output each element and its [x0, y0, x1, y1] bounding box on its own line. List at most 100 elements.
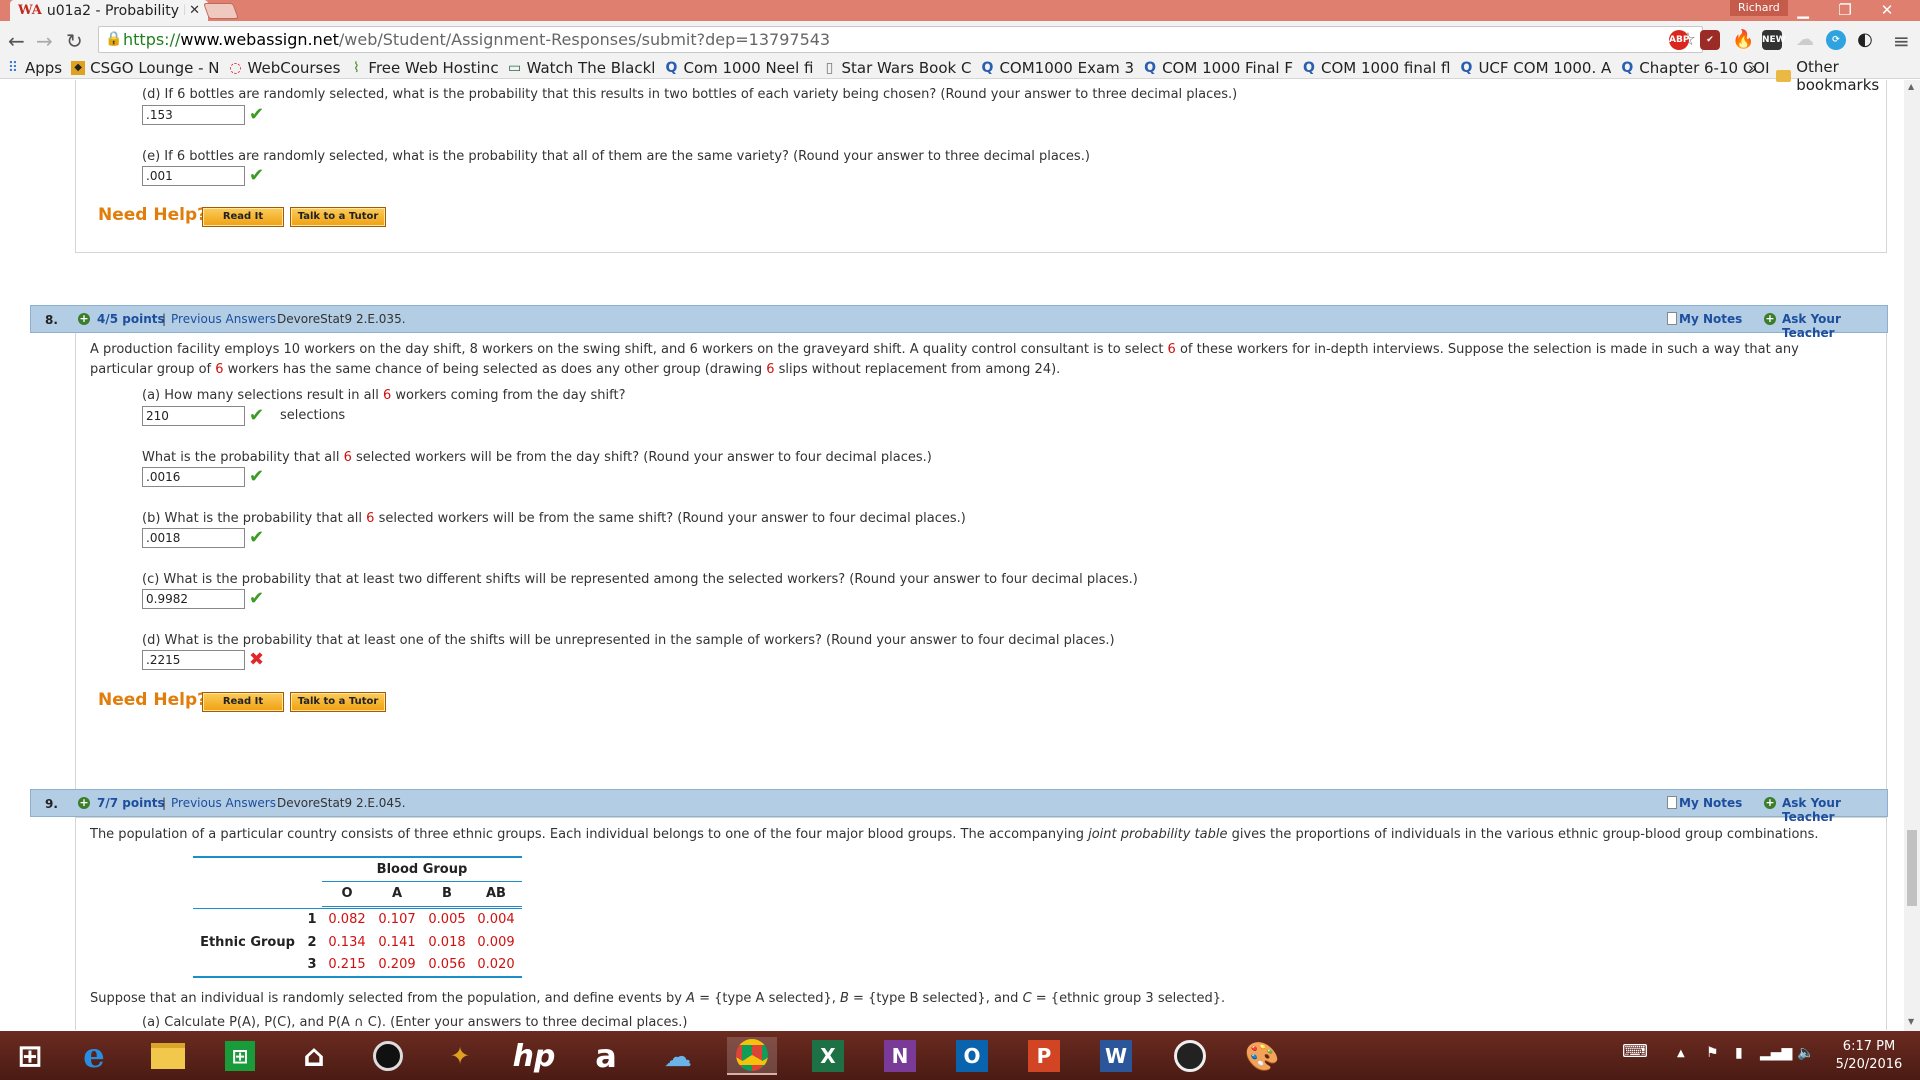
- expand-plus-icon[interactable]: +: [78, 313, 90, 325]
- bookmark-com1000-final-a[interactable]: Q COM 1000 Final F: [1143, 59, 1293, 77]
- points-link[interactable]: 4/5 points: [97, 312, 165, 326]
- reload-icon[interactable]: ↻: [66, 29, 83, 53]
- cloud-icon[interactable]: ☁: [1795, 30, 1815, 50]
- question-9-header: 9. + 7/7 points | Previous Answers Devor…: [30, 789, 1888, 824]
- internet-explorer-icon[interactable]: e: [72, 1036, 116, 1076]
- maximize-icon[interactable]: ❐: [1824, 0, 1866, 21]
- read-it-button[interactable]: Read It: [202, 207, 284, 227]
- q8-answer-a-input[interactable]: 210: [142, 406, 245, 426]
- minimize-icon[interactable]: ▁: [1782, 0, 1824, 21]
- bookmark-label: UCF COM 1000. A: [1478, 58, 1612, 77]
- talk-to-tutor-button[interactable]: Talk to a Tutor: [290, 207, 386, 227]
- home-icon[interactable]: ⌂: [292, 1037, 336, 1075]
- mail-new-icon[interactable]: NEW: [1762, 30, 1786, 50]
- bookmark-com1000-exam[interactable]: Q COM1000 Exam 3: [980, 59, 1134, 77]
- tray-chevron-icon[interactable]: ▲: [1677, 1048, 1685, 1059]
- puzzle-app-icon[interactable]: ✦: [438, 1037, 482, 1075]
- column-header: O: [341, 886, 353, 901]
- bookmark-apps[interactable]: ⠿ Apps: [6, 59, 62, 77]
- quizlet-icon: Q: [1144, 59, 1157, 76]
- sync-icon[interactable]: ⟳: [1826, 30, 1846, 50]
- excel-icon[interactable]: X: [806, 1037, 850, 1075]
- csgo-icon: ◆: [71, 60, 86, 75]
- bookmark-label: COM1000 Exam 3: [999, 58, 1135, 77]
- keyboard-icon[interactable]: ⌨: [1622, 1041, 1648, 1062]
- bookmark-webcourses[interactable]: ◌ WebCourses: [229, 59, 340, 77]
- q7-answer-d-input[interactable]: .153: [142, 105, 245, 125]
- row-label: 1: [307, 912, 317, 927]
- onenote-icon[interactable]: N: [878, 1037, 922, 1075]
- scroll-down-icon[interactable]: ▼: [1908, 1017, 1914, 1026]
- read-it-button[interactable]: Read It: [202, 692, 284, 712]
- bluetooth-app-icon[interactable]: [1168, 1037, 1212, 1075]
- q7-answer-e-input[interactable]: .001: [142, 166, 245, 186]
- weather-icon[interactable]: ☁: [656, 1037, 700, 1075]
- system-clock[interactable]: 6:17 PM 5/20/2016: [1828, 1038, 1910, 1074]
- my-notes-link[interactable]: My Notes: [1679, 312, 1742, 326]
- extension-icon[interactable]: ✔: [1700, 30, 1720, 50]
- scroll-up-icon[interactable]: ▲: [1908, 82, 1914, 91]
- fire-icon[interactable]: 🔥: [1732, 30, 1754, 50]
- text-run: (a) How many selections result in all: [142, 388, 383, 403]
- bookmark-csgo[interactable]: ◆ CSGO Lounge - N: [71, 59, 220, 77]
- bookmark-com1000-final-b[interactable]: Q COM 1000 final fl: [1302, 59, 1450, 77]
- expand-plus-icon[interactable]: +: [78, 797, 90, 809]
- word-icon[interactable]: W: [1094, 1037, 1138, 1075]
- windows-start-icon[interactable]: ⊞: [8, 1037, 52, 1075]
- onenote-glyph: N: [884, 1040, 916, 1072]
- address-bar[interactable]: 🔒 https://www.webassign.net/web/Student/…: [98, 26, 1703, 53]
- talk-to-tutor-button[interactable]: Talk to a Tutor: [290, 692, 386, 712]
- q8-answer-a2-input[interactable]: .0016: [142, 467, 245, 487]
- bookmark-blacklist[interactable]: ▭ Watch The Blackl: [508, 59, 656, 77]
- bookmark-star-wars[interactable]: ▯ Star Wars Book C: [823, 59, 972, 77]
- chrome-icon[interactable]: [727, 1037, 777, 1075]
- moon-icon[interactable]: ◐: [1855, 30, 1875, 50]
- powerpoint-icon[interactable]: P: [1022, 1037, 1066, 1075]
- previous-answers-link[interactable]: Previous Answers: [171, 312, 276, 326]
- paint-icon[interactable]: 🎨: [1240, 1037, 1284, 1075]
- browser-tab[interactable]: WA u01a2 - Probability F ✕: [10, 0, 208, 21]
- table-rule: [193, 908, 522, 909]
- bookmark-label: Com 1000 Neel fi: [683, 58, 814, 77]
- battery-icon[interactable]: ▮: [1735, 1045, 1743, 1061]
- scroll-thumb[interactable]: [1907, 830, 1917, 906]
- q9-intro-text: The population of a particular country c…: [90, 827, 1819, 842]
- title-bar: WA u01a2 - Probability F ✕ Richard ▁ ❐ ✕: [0, 0, 1920, 21]
- blood-group-header: Blood Group: [376, 862, 468, 877]
- text-run: particular group of: [90, 362, 216, 377]
- hp-icon[interactable]: hp: [512, 1037, 556, 1075]
- back-arrow-icon[interactable]: ←: [8, 29, 25, 53]
- q8-answer-b-input[interactable]: .0018: [142, 528, 245, 548]
- abp-icon[interactable]: ABP: [1669, 30, 1689, 50]
- q8-answer-c-input[interactable]: 0.9982: [142, 589, 245, 609]
- volume-icon[interactable]: 🔈: [1797, 1045, 1814, 1061]
- my-notes-link[interactable]: My Notes: [1679, 796, 1742, 810]
- q8-answer-d-input[interactable]: .2215: [142, 650, 245, 670]
- bookmarks-more-button[interactable]: »: [1748, 59, 1757, 77]
- previous-answers-link[interactable]: Previous Answers: [171, 796, 276, 810]
- clock-time: 6:17 PM: [1842, 1039, 1896, 1054]
- bookmark-hosting[interactable]: ⌇ Free Web Hostinc: [349, 59, 499, 77]
- profile-button[interactable]: Richard: [1730, 0, 1788, 16]
- bookmark-ucf-com1000[interactable]: Q UCF COM 1000. A: [1459, 58, 1612, 77]
- amazon-icon[interactable]: a: [584, 1037, 628, 1075]
- forward-arrow-icon[interactable]: →: [36, 29, 53, 53]
- randomized-value: 6: [215, 362, 224, 377]
- window-close-icon[interactable]: ✕: [1866, 0, 1908, 21]
- store-icon[interactable]: ⊞: [218, 1037, 262, 1075]
- bookmark-com1000-neel[interactable]: Q Com 1000 Neel fi: [664, 58, 814, 77]
- file-explorer-icon[interactable]: [146, 1037, 190, 1075]
- wifi-icon[interactable]: ▂▄▆: [1760, 1045, 1792, 1061]
- powerpoint-glyph: P: [1028, 1040, 1060, 1072]
- flag-icon[interactable]: ⚑: [1706, 1045, 1719, 1061]
- correct-check-icon: ✔: [249, 466, 265, 487]
- bookmark-label: Watch The Blackl: [526, 58, 656, 77]
- text-run: = {type B selected}, and: [848, 991, 1023, 1006]
- tab-close-icon[interactable]: ✕: [189, 3, 200, 18]
- outlook-icon[interactable]: O: [950, 1037, 994, 1075]
- new-tab-button[interactable]: [203, 3, 239, 19]
- points-link[interactable]: 7/7 points: [97, 796, 165, 810]
- media-player-icon[interactable]: [366, 1037, 410, 1075]
- menu-icon[interactable]: ≡: [1893, 29, 1910, 53]
- page-scrollbar[interactable]: ▲ ▼: [1904, 80, 1920, 1031]
